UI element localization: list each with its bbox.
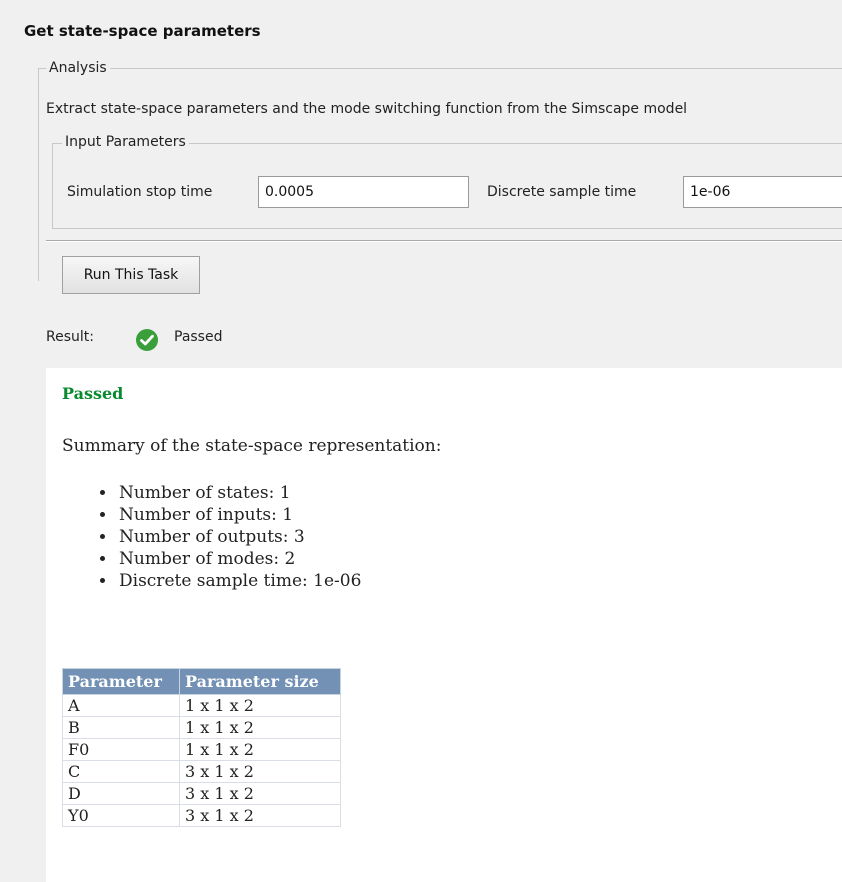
section-divider bbox=[46, 240, 842, 242]
table-row: D 3 x 1 x 2 bbox=[62, 782, 341, 805]
column-header-parameter-size: Parameter size bbox=[179, 668, 341, 695]
table-cell: F0 bbox=[62, 738, 180, 761]
table-cell: D bbox=[62, 782, 180, 805]
table-cell: Y0 bbox=[62, 804, 180, 827]
list-item: Number of modes: 2 bbox=[117, 548, 361, 570]
list-item: Number of states: 1 bbox=[117, 482, 361, 504]
table-header-row: Parameter Parameter size bbox=[62, 668, 341, 695]
input-parameters-legend: Input Parameters bbox=[62, 134, 189, 150]
list-item: Number of inputs: 1 bbox=[117, 504, 361, 526]
check-circle-icon bbox=[136, 329, 158, 351]
table-row: A 1 x 1 x 2 bbox=[62, 694, 341, 717]
result-label: Result: bbox=[46, 329, 94, 345]
table-cell: 3 x 1 x 2 bbox=[179, 782, 341, 805]
list-item: Number of outputs: 3 bbox=[117, 526, 361, 548]
stop-time-input[interactable] bbox=[258, 176, 469, 208]
report-passed-heading: Passed bbox=[62, 384, 124, 403]
report-summary-list: Number of states: 1 Number of inputs: 1 … bbox=[62, 482, 361, 592]
sample-time-input[interactable] bbox=[683, 176, 842, 208]
table-cell: 1 x 1 x 2 bbox=[179, 716, 341, 739]
stop-time-label: Simulation stop time bbox=[67, 184, 213, 200]
table-row: F0 1 x 1 x 2 bbox=[62, 738, 341, 761]
table-row: B 1 x 1 x 2 bbox=[62, 716, 341, 739]
analysis-description: Extract state-space parameters and the m… bbox=[46, 101, 688, 117]
sample-time-label: Discrete sample time bbox=[487, 184, 637, 200]
table-cell: 1 x 1 x 2 bbox=[179, 738, 341, 761]
table-cell: B bbox=[62, 716, 180, 739]
report-panel: Passed Summary of the state-space repres… bbox=[46, 368, 842, 882]
report-summary: Summary of the state-space representatio… bbox=[62, 436, 442, 456]
run-task-button[interactable]: Run This Task bbox=[62, 256, 200, 294]
table-cell: 3 x 1 x 2 bbox=[179, 760, 341, 783]
parameter-table: Parameter Parameter size A 1 x 1 x 2 B 1… bbox=[62, 668, 341, 827]
column-header-parameter: Parameter bbox=[62, 668, 180, 695]
result-status: Passed bbox=[174, 329, 223, 345]
table-cell: 1 x 1 x 2 bbox=[179, 694, 341, 717]
table-cell: 3 x 1 x 2 bbox=[179, 804, 341, 827]
table-cell: C bbox=[62, 760, 180, 783]
table-row: C 3 x 1 x 2 bbox=[62, 760, 341, 783]
task-title: Get state-space parameters bbox=[24, 22, 261, 40]
list-item: Discrete sample time: 1e-06 bbox=[117, 570, 361, 592]
table-row: Y0 3 x 1 x 2 bbox=[62, 804, 341, 827]
analysis-legend: Analysis bbox=[46, 60, 110, 76]
table-cell: A bbox=[62, 694, 180, 717]
